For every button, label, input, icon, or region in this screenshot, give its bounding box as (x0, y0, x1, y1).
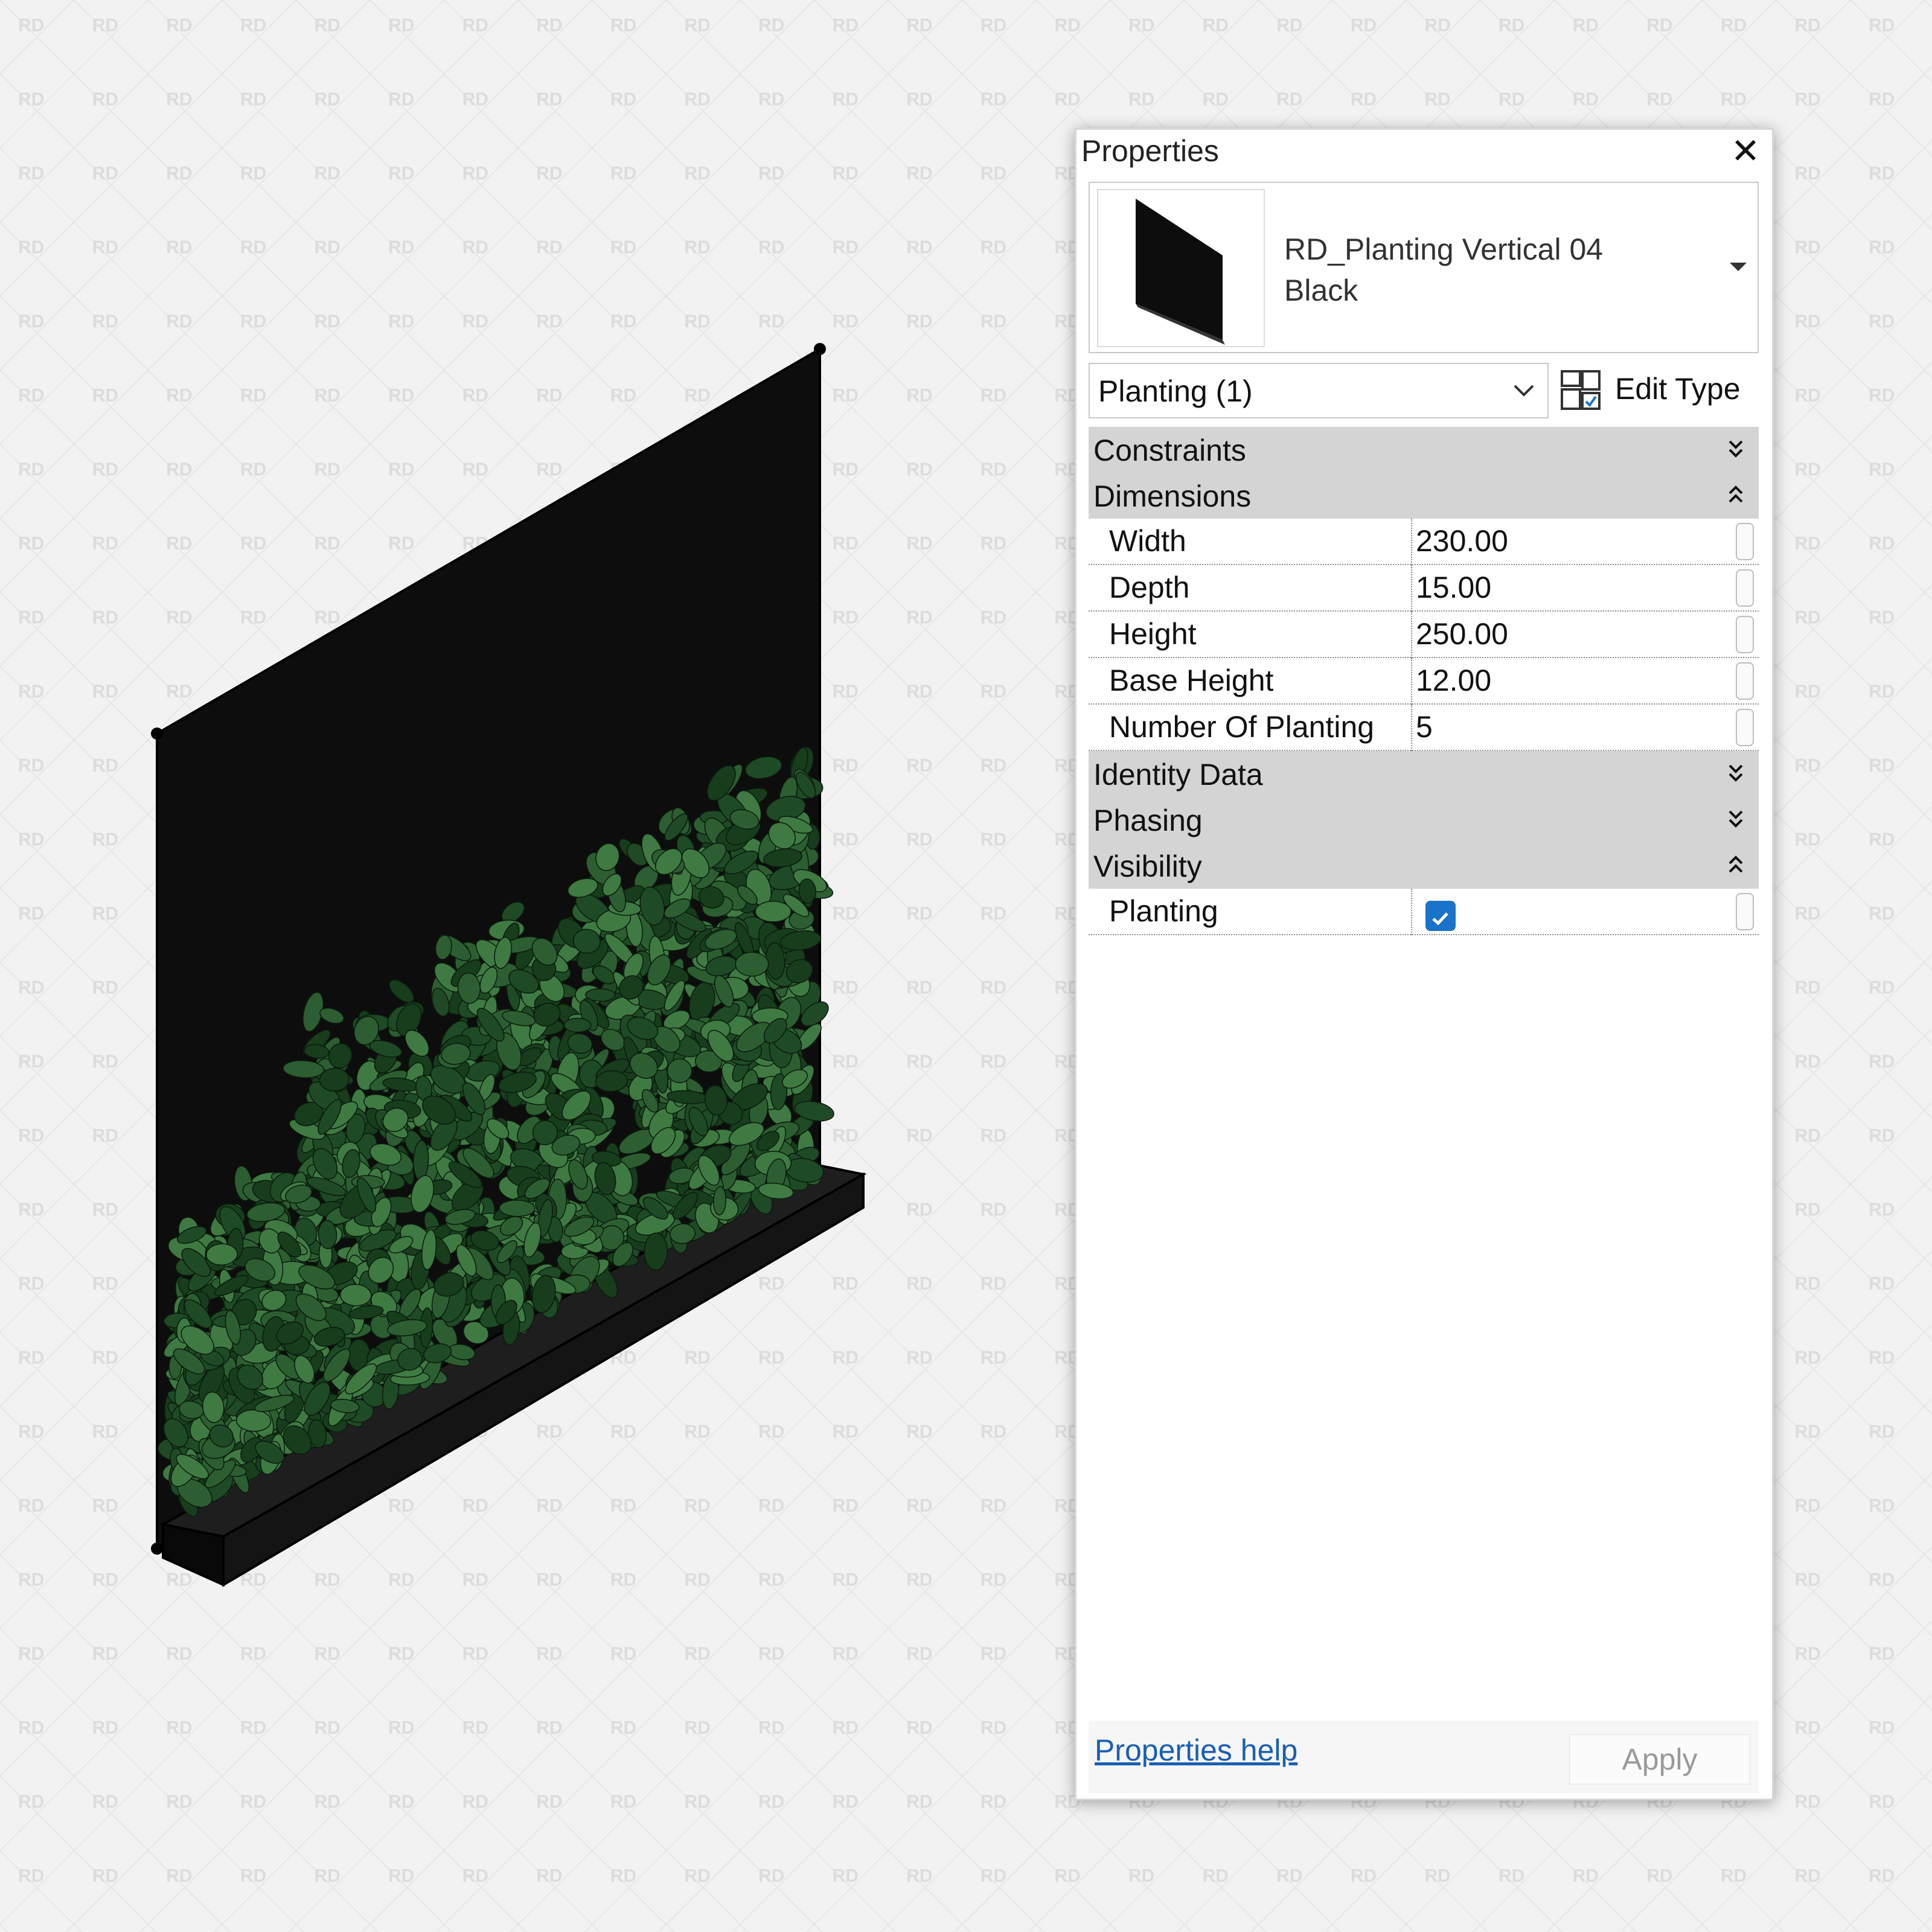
property-row-width: Width 230.00 (1089, 519, 1759, 565)
property-name: Depth (1109, 571, 1190, 604)
property-name: Planting (1109, 894, 1218, 928)
group-visibility[interactable]: Visibility (1089, 843, 1759, 889)
base-height-value-field[interactable]: 12.00 (1416, 658, 1733, 703)
column-divider (1411, 612, 1412, 658)
leaf (563, 1017, 592, 1033)
leaf (755, 900, 792, 923)
group-dimensions[interactable]: Dimensions (1089, 473, 1759, 519)
property-name: Width (1109, 524, 1186, 558)
leaf (585, 988, 616, 1002)
property-row-base-height: Base Height 12.00 (1089, 658, 1759, 705)
leaf (499, 1200, 536, 1217)
type-preview-icon (1136, 199, 1225, 345)
associate-parameter-button[interactable] (1736, 616, 1754, 653)
dropdown-arrow-icon (1730, 263, 1747, 271)
collapse-icon (1729, 485, 1743, 503)
planting-value-cell (1416, 889, 1733, 934)
properties-grid: Constraints Dimensions Width 230.00 Dept… (1089, 427, 1759, 935)
type-name-label: Black (1284, 273, 1358, 307)
associate-parameter-button[interactable] (1736, 893, 1754, 930)
expand-icon (1729, 764, 1743, 782)
family-name: RD_Planting Vertical 04 (1284, 232, 1604, 266)
group-label: Constraints (1093, 433, 1246, 467)
property-name: Base Height (1109, 664, 1274, 697)
checkmark-icon (1432, 912, 1448, 926)
property-row-height: Height 250.00 (1089, 612, 1759, 658)
property-name: Number Of Planting (1109, 710, 1375, 744)
type-name: RD_Planting Vertical 04 Black (1284, 229, 1603, 311)
edit-type-button[interactable]: Edit Type (1559, 363, 1747, 418)
property-row-number-of-planting: Number Of Planting 5 (1089, 705, 1759, 751)
properties-panel: Properties ✕ RD_Planting Vertical 04 Bla… (1075, 128, 1774, 1800)
group-label: Dimensions (1093, 479, 1252, 513)
apply-button[interactable]: Apply (1569, 1734, 1750, 1785)
edit-type-label: Edit Type (1615, 372, 1741, 406)
group-label: Phasing (1093, 804, 1203, 837)
type-thumbnail (1097, 189, 1265, 347)
leaf (644, 1232, 668, 1271)
associate-parameter-button[interactable] (1736, 569, 1754, 607)
edit-type-icon (1561, 370, 1601, 410)
height-value-field[interactable]: 250.00 (1416, 612, 1733, 657)
planting-checkbox[interactable] (1425, 901, 1456, 931)
column-divider (1411, 658, 1412, 705)
close-icon: ✕ (1730, 132, 1761, 171)
leaf (735, 952, 769, 977)
expand-icon (1729, 440, 1743, 458)
column-divider (1411, 519, 1412, 565)
property-name: Height (1109, 617, 1197, 651)
property-row-planting: Planting (1089, 889, 1759, 935)
instance-filter-dropdown[interactable]: Planting (1) (1089, 363, 1549, 418)
expand-icon (1729, 810, 1743, 828)
column-divider (1411, 889, 1412, 935)
column-divider (1411, 565, 1412, 612)
planter-box-front (162, 1523, 225, 1587)
width-value-field[interactable]: 230.00 (1416, 519, 1733, 564)
panel-footer: Properties help Apply (1089, 1721, 1759, 1793)
collapse-icon (1729, 856, 1743, 873)
group-label: Visibility (1093, 849, 1202, 883)
chevron-down-icon (1514, 385, 1534, 397)
column-divider (1411, 705, 1412, 751)
instance-filter-label: Planting (1) (1098, 374, 1253, 408)
group-constraints[interactable]: Constraints (1089, 427, 1759, 473)
model-3d-view[interactable] (121, 326, 906, 1606)
property-row-depth: Depth 15.00 (1089, 565, 1759, 612)
number-of-planting-value-field[interactable]: 5 (1416, 705, 1733, 750)
group-phasing[interactable]: Phasing (1089, 797, 1759, 843)
panel-title: Properties (1081, 134, 1219, 168)
depth-value-field[interactable]: 15.00 (1416, 565, 1733, 610)
properties-help-link[interactable]: Properties help (1095, 1733, 1297, 1768)
associate-parameter-button[interactable] (1736, 709, 1754, 746)
group-identity-data[interactable]: Identity Data (1089, 751, 1759, 797)
associate-parameter-button[interactable] (1736, 523, 1754, 560)
group-label: Identity Data (1093, 758, 1263, 792)
associate-parameter-button[interactable] (1736, 662, 1754, 700)
close-button[interactable]: ✕ (1727, 133, 1764, 170)
type-selector[interactable]: RD_Planting Vertical 04 Black (1089, 182, 1759, 353)
